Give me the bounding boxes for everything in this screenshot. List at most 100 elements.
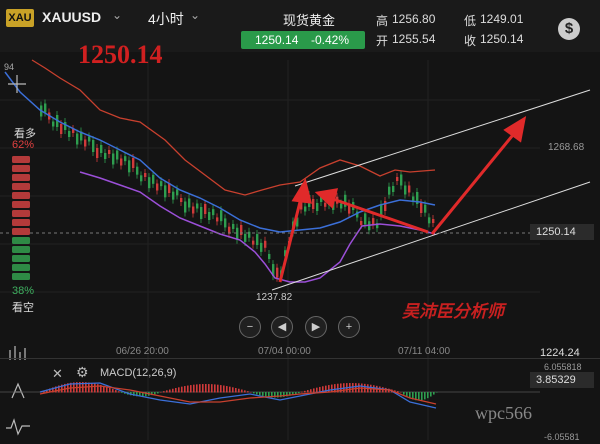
macd-bar xyxy=(223,385,225,393)
high-value: 1256.80 xyxy=(392,12,436,26)
macd-bar xyxy=(226,386,228,393)
candle-body xyxy=(180,198,183,202)
candle-body xyxy=(132,158,135,168)
y-axis-current-price: 1250.14 xyxy=(530,224,594,240)
gear-icon[interactable]: ⚙ xyxy=(76,364,89,381)
price-chart[interactable] xyxy=(0,52,600,444)
candle-body xyxy=(88,136,91,142)
candle-body xyxy=(136,166,139,175)
candle-body xyxy=(236,227,239,240)
candle-body xyxy=(428,217,431,224)
candle-body xyxy=(264,240,267,248)
gauge-block xyxy=(12,174,30,181)
macd-bar xyxy=(175,388,177,393)
gauge-block xyxy=(12,156,30,163)
candle-body xyxy=(256,234,259,246)
macd-bar xyxy=(109,387,111,393)
macd-bar xyxy=(190,385,192,393)
symbol-name[interactable]: XAUUSD xyxy=(42,9,101,25)
candle-body xyxy=(364,213,367,225)
macd-bar xyxy=(196,384,198,393)
candle-body xyxy=(68,131,71,137)
candle-body xyxy=(304,206,307,212)
price-change: -0.42% xyxy=(311,33,350,47)
macd-bar xyxy=(310,389,312,393)
candle-body xyxy=(204,204,207,214)
candle-body xyxy=(340,203,343,209)
candle-body xyxy=(108,150,111,154)
big-price-label: 1250.14 xyxy=(78,40,163,69)
candle-body xyxy=(44,103,47,113)
candle-body xyxy=(140,175,143,182)
macd-bar xyxy=(172,388,174,393)
chart-background xyxy=(0,52,600,444)
timeframe-select[interactable]: 4小时 xyxy=(148,9,184,29)
candle-body xyxy=(112,153,115,165)
macd-bar xyxy=(241,389,243,393)
close-icon[interactable]: ✕ xyxy=(52,366,63,382)
candle-body xyxy=(360,221,363,225)
open-value: 1255.54 xyxy=(392,32,436,46)
candle-body xyxy=(152,174,155,184)
macd-bar xyxy=(94,383,96,393)
candle-body xyxy=(76,133,79,145)
candle-body xyxy=(184,201,187,213)
candle-body xyxy=(64,122,67,130)
candle-body xyxy=(156,183,159,191)
step-back-button[interactable]: ◀ xyxy=(271,316,293,338)
quote-name: 现货黄金 xyxy=(283,13,336,28)
candle-body xyxy=(260,242,263,252)
zoom-out-button[interactable]: − xyxy=(239,316,261,338)
macd-bar xyxy=(421,392,423,401)
candle-body xyxy=(312,199,315,209)
gauge-block xyxy=(12,201,30,208)
candle-body xyxy=(84,139,87,147)
step-forward-button[interactable]: ▶ xyxy=(305,316,327,338)
candle-body xyxy=(400,174,403,186)
x-axis-label: 06/26 20:00 xyxy=(116,346,169,357)
candle-body xyxy=(324,202,327,207)
macd-bar xyxy=(193,384,195,393)
macd-bar xyxy=(115,390,117,393)
macd-bar xyxy=(352,383,354,393)
candle-body xyxy=(116,150,119,160)
candle-body xyxy=(160,181,163,187)
chevron-down-icon[interactable]: ⌄ xyxy=(190,8,200,22)
candle-body xyxy=(192,206,195,214)
macd-bar xyxy=(163,391,165,393)
pane-separator xyxy=(0,358,600,359)
candle-body xyxy=(268,253,271,259)
y-axis-label-upper: 1268.68 xyxy=(548,142,585,153)
candle-body xyxy=(96,148,99,158)
bull-percent: 62% xyxy=(12,139,35,151)
candle-body xyxy=(384,201,387,211)
macd-y-bottom: -6.05581 xyxy=(544,432,580,442)
candle-body xyxy=(188,198,191,208)
candle-body xyxy=(104,153,107,159)
macd-bar xyxy=(178,387,180,393)
candle-body xyxy=(396,177,399,181)
dollar-icon[interactable]: $ xyxy=(558,18,580,40)
candle-body xyxy=(420,203,423,213)
macd-bar xyxy=(121,392,123,393)
macd-bar xyxy=(208,384,210,393)
symbol-badge: XAU xyxy=(6,9,34,27)
candle-body xyxy=(276,267,279,278)
candle-body xyxy=(216,217,219,222)
macd-bar xyxy=(229,386,231,393)
gauge-block xyxy=(12,219,30,226)
low-label: 低 xyxy=(464,14,477,28)
macd-bar xyxy=(433,392,435,395)
candle-body xyxy=(388,186,391,195)
zoom-in-button[interactable]: + xyxy=(338,316,360,338)
macd-y-top: 6.055818 xyxy=(544,362,582,372)
macd-bar xyxy=(154,392,156,395)
macd-bar xyxy=(298,392,300,394)
bear-percent: 38% xyxy=(12,285,35,297)
macd-bar xyxy=(112,388,114,393)
open-label: 开 xyxy=(376,34,389,48)
macd-bar xyxy=(220,385,222,393)
macd-bar xyxy=(244,390,246,393)
chevron-down-icon[interactable]: ⌄ xyxy=(112,8,122,22)
candle-body xyxy=(176,189,179,196)
